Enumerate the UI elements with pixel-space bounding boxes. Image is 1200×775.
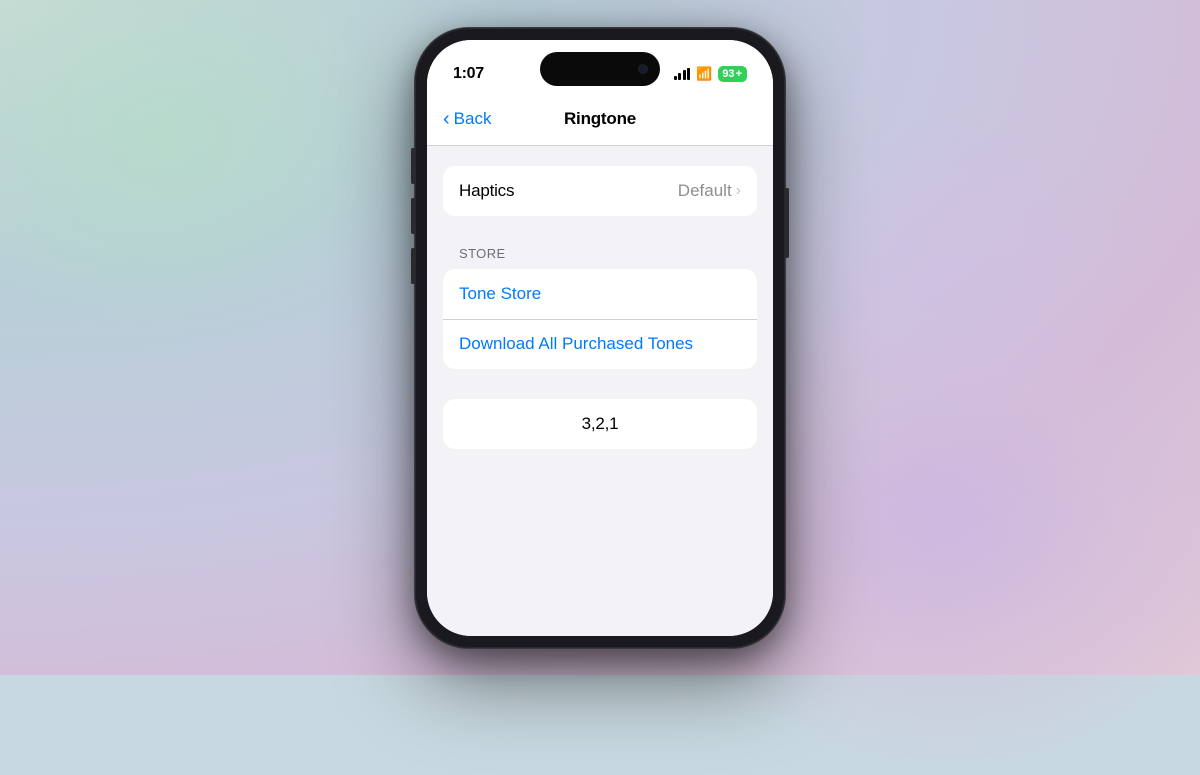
back-button[interactable]: ‹ Back <box>443 109 491 129</box>
ringtone-row[interactable]: 3,2,1 <box>443 399 757 449</box>
signal-icon <box>674 68 691 80</box>
navigation-bar: ‹ Back Ringtone <box>427 94 773 146</box>
battery-indicator: 93 + <box>718 66 747 82</box>
status-bar: 1:07 📶 93 + <box>427 40 773 94</box>
store-section-title: STORE <box>443 246 757 269</box>
ringtone-item-label: 3,2,1 <box>582 414 619 434</box>
download-row[interactable]: Download All Purchased Tones <box>443 319 757 369</box>
haptics-label: Haptics <box>459 181 514 201</box>
tone-store-row[interactable]: Tone Store <box>443 269 757 319</box>
status-time: 1:07 <box>453 65 484 83</box>
haptics-value: Default <box>678 181 732 201</box>
haptics-group: Haptics Default › <box>443 166 757 216</box>
ringtone-group: 3,2,1 <box>443 399 757 449</box>
scene: 1:07 📶 93 + <box>0 0 1200 675</box>
back-chevron-icon: ‹ <box>443 109 450 129</box>
back-label: Back <box>454 109 492 129</box>
battery-symbol: + <box>736 68 742 80</box>
haptics-value-container: Default › <box>678 181 741 201</box>
battery-percent: 93 <box>722 68 734 80</box>
settings-content: Haptics Default › STORE Tone Store <box>427 146 773 636</box>
haptics-row[interactable]: Haptics Default › <box>443 166 757 216</box>
download-label: Download All Purchased Tones <box>459 334 693 354</box>
tone-store-label: Tone Store <box>459 284 541 304</box>
iphone-screen: 1:07 📶 93 + <box>427 40 773 636</box>
status-icons: 📶 93 + <box>674 66 747 82</box>
page-title: Ringtone <box>564 109 636 129</box>
wifi-icon: 📶 <box>696 66 712 82</box>
dynamic-island <box>540 52 660 86</box>
store-group: Tone Store Download All Purchased Tones <box>443 269 757 369</box>
haptics-chevron-icon: › <box>736 182 741 200</box>
iphone-shell: 1:07 📶 93 + <box>415 28 785 648</box>
store-section-wrapper: STORE Tone Store Download All Purchased … <box>443 246 757 369</box>
camera-dot <box>638 64 648 74</box>
